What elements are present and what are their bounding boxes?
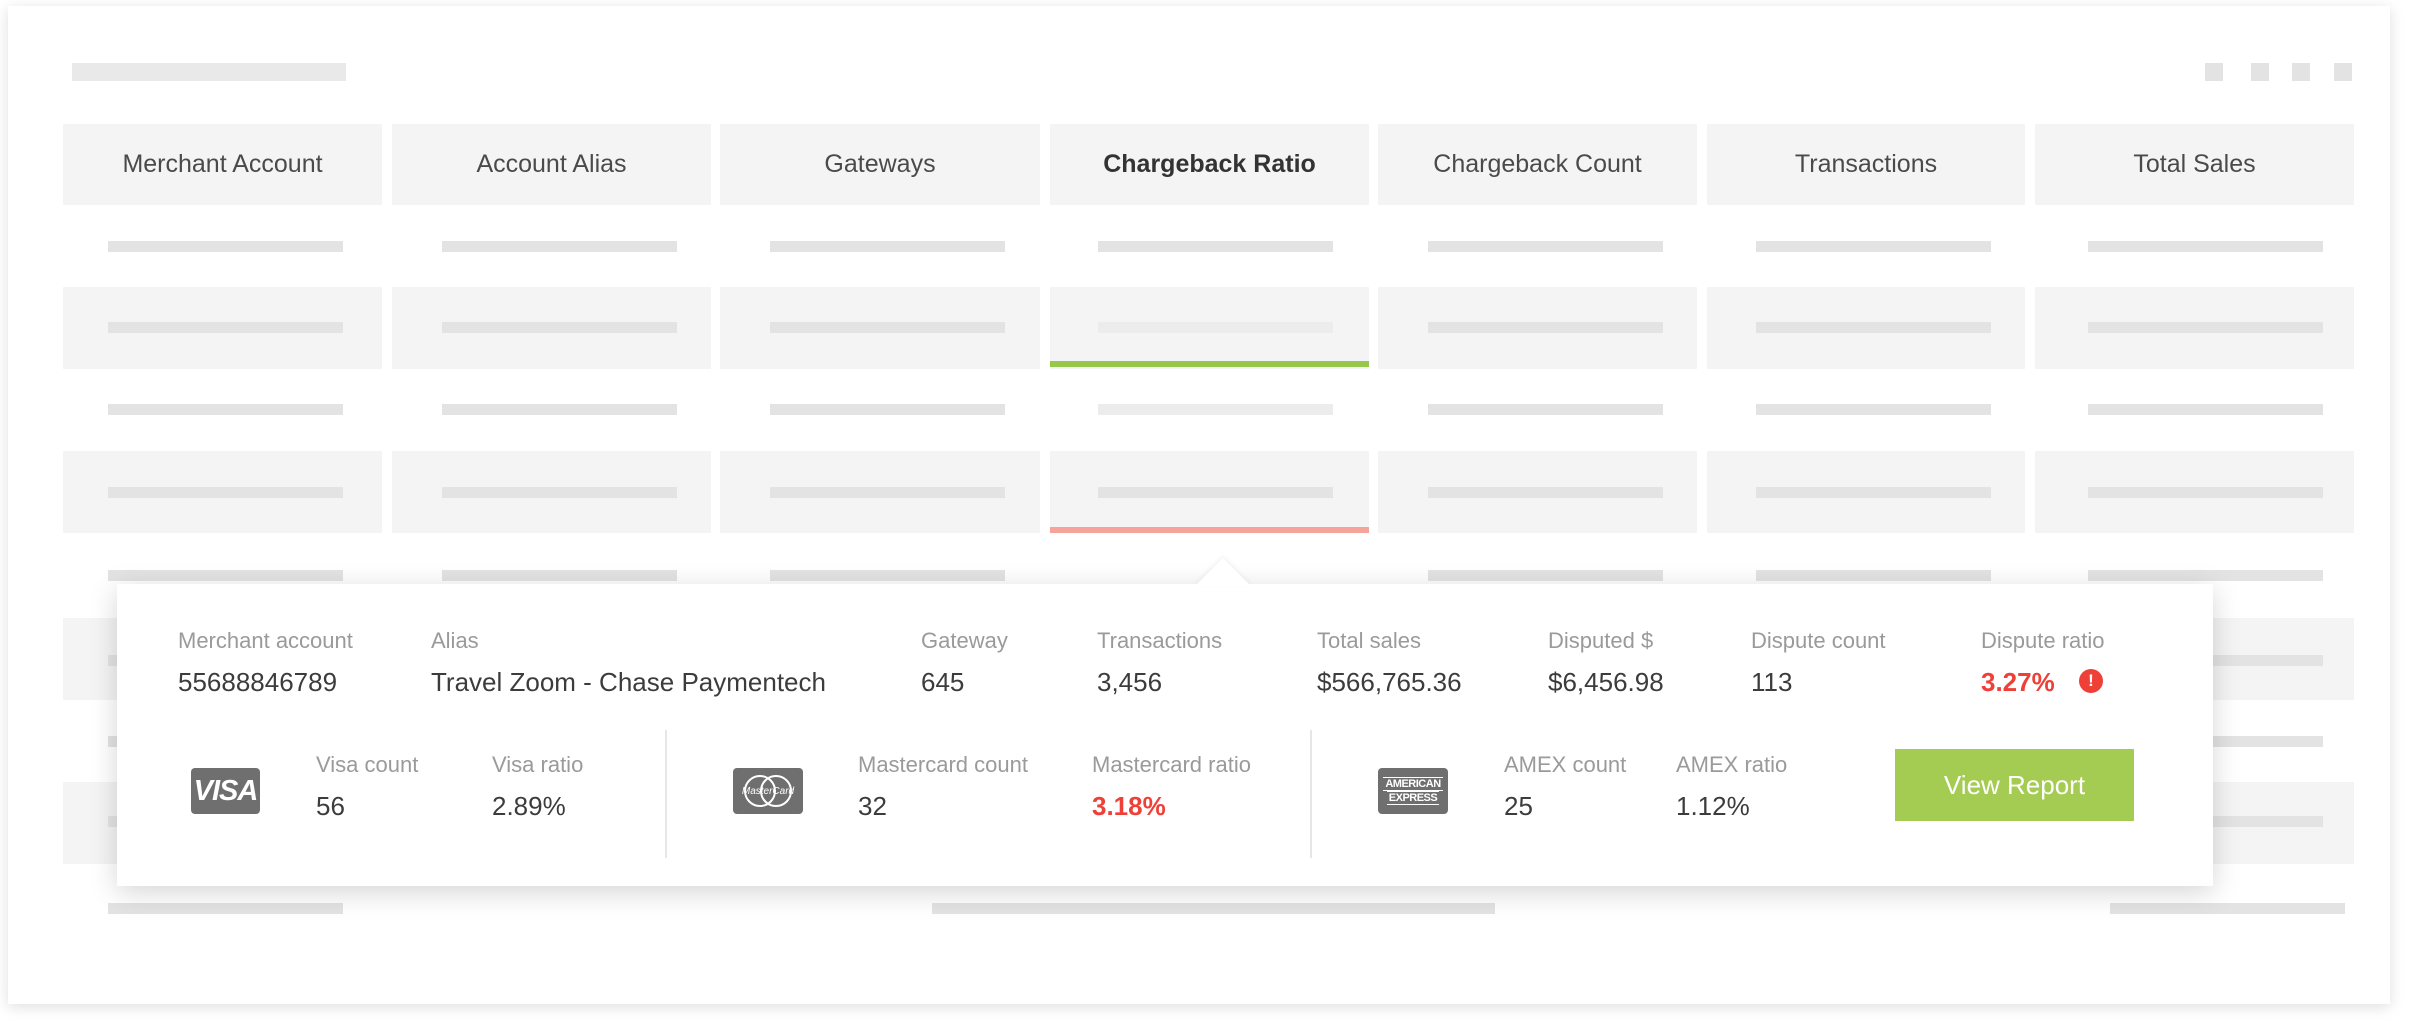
gateway-label: Gateway: [921, 628, 1008, 653]
alias-label: Alias: [431, 628, 479, 653]
disputed-amount-label: Disputed $: [1548, 628, 1654, 653]
cell-placeholder: [2088, 322, 2323, 333]
cell-placeholder: [1098, 322, 1333, 333]
amex-logo-text: EXPRESS: [1386, 791, 1440, 805]
mastercard-count-label: Mastercard count: [858, 752, 1028, 777]
window-control-icon[interactable]: [2334, 63, 2352, 81]
cell-placeholder: [108, 903, 343, 914]
cell-placeholder: [1098, 404, 1333, 415]
amex-logo-text: AMERICAN: [1383, 777, 1443, 791]
ratio-alert-indicator: [1050, 527, 1369, 533]
cell-placeholder: [108, 322, 343, 333]
section-divider: [1310, 730, 1312, 858]
column-header-total-sales[interactable]: Total Sales: [2035, 124, 2354, 205]
window-control-icon[interactable]: [2251, 63, 2269, 81]
cell-placeholder: [2088, 404, 2323, 415]
column-header-merchant-account[interactable]: Merchant Account: [63, 124, 382, 205]
cell-placeholder: [1756, 322, 1991, 333]
cell-placeholder: [770, 241, 1005, 252]
cell-placeholder: [1428, 487, 1663, 498]
view-report-button[interactable]: View Report: [1895, 749, 2134, 821]
cell-placeholder: [1428, 570, 1663, 581]
mastercard-count-value: 32: [858, 791, 887, 821]
cell-placeholder: [770, 487, 1005, 498]
transactions-value: 3,456: [1097, 667, 1163, 697]
visa-logo-icon: VISA: [191, 768, 260, 814]
column-header-chargeback-ratio[interactable]: Chargeback Ratio: [1050, 124, 1369, 205]
cell-placeholder: [1428, 404, 1663, 415]
cell-placeholder: [1098, 487, 1333, 498]
dispute-count-label: Dispute count: [1751, 628, 1886, 653]
cell-placeholder: [1756, 404, 1991, 415]
cell-placeholder: [1428, 241, 1663, 252]
cell-placeholder: [1428, 322, 1663, 333]
cell-placeholder: [108, 570, 343, 581]
cell-placeholder: [2088, 487, 2323, 498]
cell-placeholder: [1756, 570, 1991, 581]
cell-placeholder: [932, 903, 1495, 914]
window-control-icon[interactable]: [2205, 63, 2223, 81]
window-control-icon[interactable]: [2292, 63, 2310, 81]
visa-count-value: 56: [316, 791, 345, 821]
visa-ratio-label: Visa ratio: [492, 752, 584, 777]
cell-placeholder: [2088, 241, 2323, 252]
disputed-amount-value: $6,456.98: [1548, 667, 1664, 697]
merchant-account-label: Merchant account: [178, 628, 353, 653]
alias-value: Travel Zoom - Chase Paymentech: [431, 667, 826, 697]
total-sales-value: $566,765.36: [1317, 667, 1462, 697]
mastercard-logo-text: MasterCard: [741, 785, 795, 797]
cell-placeholder: [770, 570, 1005, 581]
amex-count-label: AMEX count: [1504, 752, 1627, 777]
amex-ratio-value: 1.12%: [1676, 791, 1750, 821]
cell-placeholder: [770, 322, 1005, 333]
cell-placeholder: [442, 404, 677, 415]
column-header-transactions[interactable]: Transactions: [1707, 124, 2025, 205]
cell-placeholder: [2088, 570, 2323, 581]
section-divider: [665, 730, 667, 858]
merchant-account-value: 55688846789: [178, 667, 338, 697]
mastercard-logo-icon: MasterCard: [733, 768, 803, 814]
dispute-ratio-label: Dispute ratio: [1981, 628, 2105, 653]
amex-ratio-label: AMEX ratio: [1676, 752, 1788, 777]
column-header-chargeback-count[interactable]: Chargeback Count: [1378, 124, 1697, 205]
cell-placeholder: [2110, 903, 2345, 914]
cell-placeholder: [442, 487, 677, 498]
cell-placeholder: [442, 322, 677, 333]
cell-placeholder: [442, 570, 677, 581]
mastercard-ratio-value: 3.18%: [1092, 791, 1166, 821]
alert-icon[interactable]: !: [2079, 669, 2103, 693]
dispute-count-value: 113: [1751, 667, 1793, 697]
amex-logo-icon: AMERICAN EXPRESS: [1378, 768, 1448, 814]
ratio-ok-indicator: [1050, 361, 1369, 367]
cell-placeholder: [108, 404, 343, 415]
cell-placeholder: [770, 404, 1005, 415]
mastercard-ratio-label: Mastercard ratio: [1092, 752, 1251, 777]
cell-placeholder: [1756, 241, 1991, 252]
cell-placeholder: [108, 487, 343, 498]
visa-count-label: Visa count: [316, 752, 419, 777]
column-header-gateways[interactable]: Gateways: [720, 124, 1040, 205]
transactions-label: Transactions: [1097, 628, 1223, 653]
cell-placeholder: [108, 241, 343, 252]
popover-pointer: [1195, 558, 1251, 586]
visa-ratio-value: 2.89%: [492, 791, 566, 821]
cell-placeholder: [1756, 487, 1991, 498]
title-placeholder: [72, 63, 346, 81]
dispute-ratio-value: 3.27%: [1981, 667, 2055, 697]
total-sales-label: Total sales: [1317, 628, 1421, 653]
column-header-account-alias[interactable]: Account Alias: [392, 124, 711, 205]
cell-placeholder: [442, 241, 677, 252]
gateway-value: 645: [921, 667, 965, 697]
cell-placeholder: [1098, 241, 1333, 252]
amex-count-value: 25: [1504, 791, 1533, 821]
